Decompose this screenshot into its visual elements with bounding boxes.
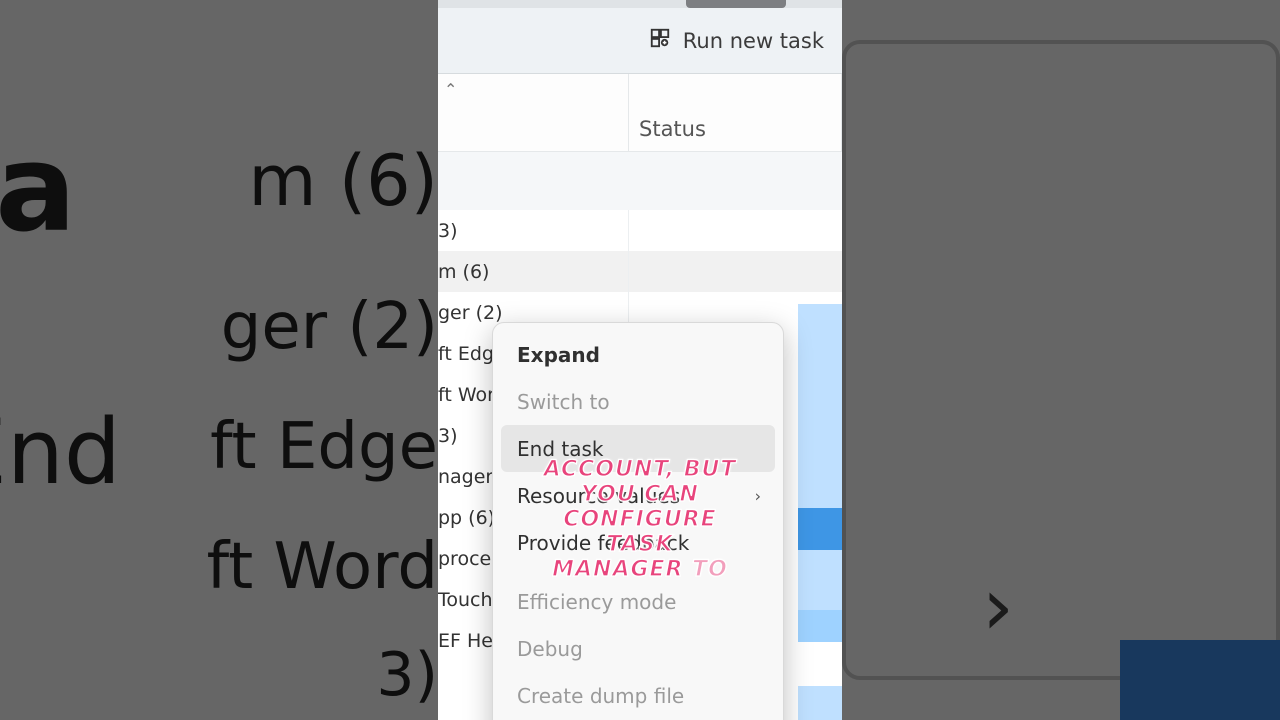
run-new-task-button[interactable]: Run new task bbox=[683, 29, 824, 53]
toolbar: Run new task bbox=[438, 8, 842, 74]
ctx-create-dump: Create dump file bbox=[501, 672, 775, 719]
window-titlebar bbox=[438, 0, 842, 8]
bg-text: Expa bbox=[0, 120, 76, 259]
caption-tail: TO bbox=[684, 557, 728, 582]
bg-text: ger (2) bbox=[221, 290, 438, 364]
table-row[interactable]: 3) bbox=[438, 210, 842, 251]
bg-text: 3) bbox=[376, 640, 438, 710]
table-row[interactable]: m (6) bbox=[438, 251, 842, 292]
bg-text: m (6) bbox=[248, 140, 438, 222]
bg-text: ft Edge bbox=[210, 410, 438, 484]
sort-caret-icon[interactable]: ⌃ bbox=[444, 80, 457, 99]
video-caption: ACCOUNT, BUT YOU CAN CONFIGURE TASK MANA… bbox=[539, 433, 741, 582]
chevron-right-icon: › bbox=[755, 486, 761, 505]
task-manager-window: Run new task ⌃ Status 3) m (6 bbox=[438, 0, 842, 720]
ctx-debug: Debug bbox=[501, 625, 775, 672]
column-header-status[interactable]: Status bbox=[628, 74, 842, 151]
cpu-column bbox=[798, 210, 842, 720]
run-new-task-icon bbox=[649, 27, 671, 54]
column-headers: ⌃ Status bbox=[438, 74, 842, 152]
process-name: m (6) bbox=[438, 261, 628, 283]
bg-text: ft Word bbox=[207, 530, 438, 604]
bg-text: End bbox=[0, 400, 121, 505]
pillarbox-right: › bbox=[842, 0, 1280, 720]
pillarbox-left: Expa Swit End Reso m (6) ger (2) ft Edge… bbox=[0, 0, 438, 720]
chevron-right-icon: › bbox=[982, 560, 1014, 653]
ctx-switch-to: Switch to bbox=[501, 378, 775, 425]
process-name: ger (2) bbox=[438, 302, 628, 324]
process-name: 3) bbox=[438, 220, 628, 242]
ctx-efficiency-mode: Efficiency mode bbox=[501, 578, 775, 625]
ctx-expand[interactable]: Expand bbox=[501, 331, 775, 378]
